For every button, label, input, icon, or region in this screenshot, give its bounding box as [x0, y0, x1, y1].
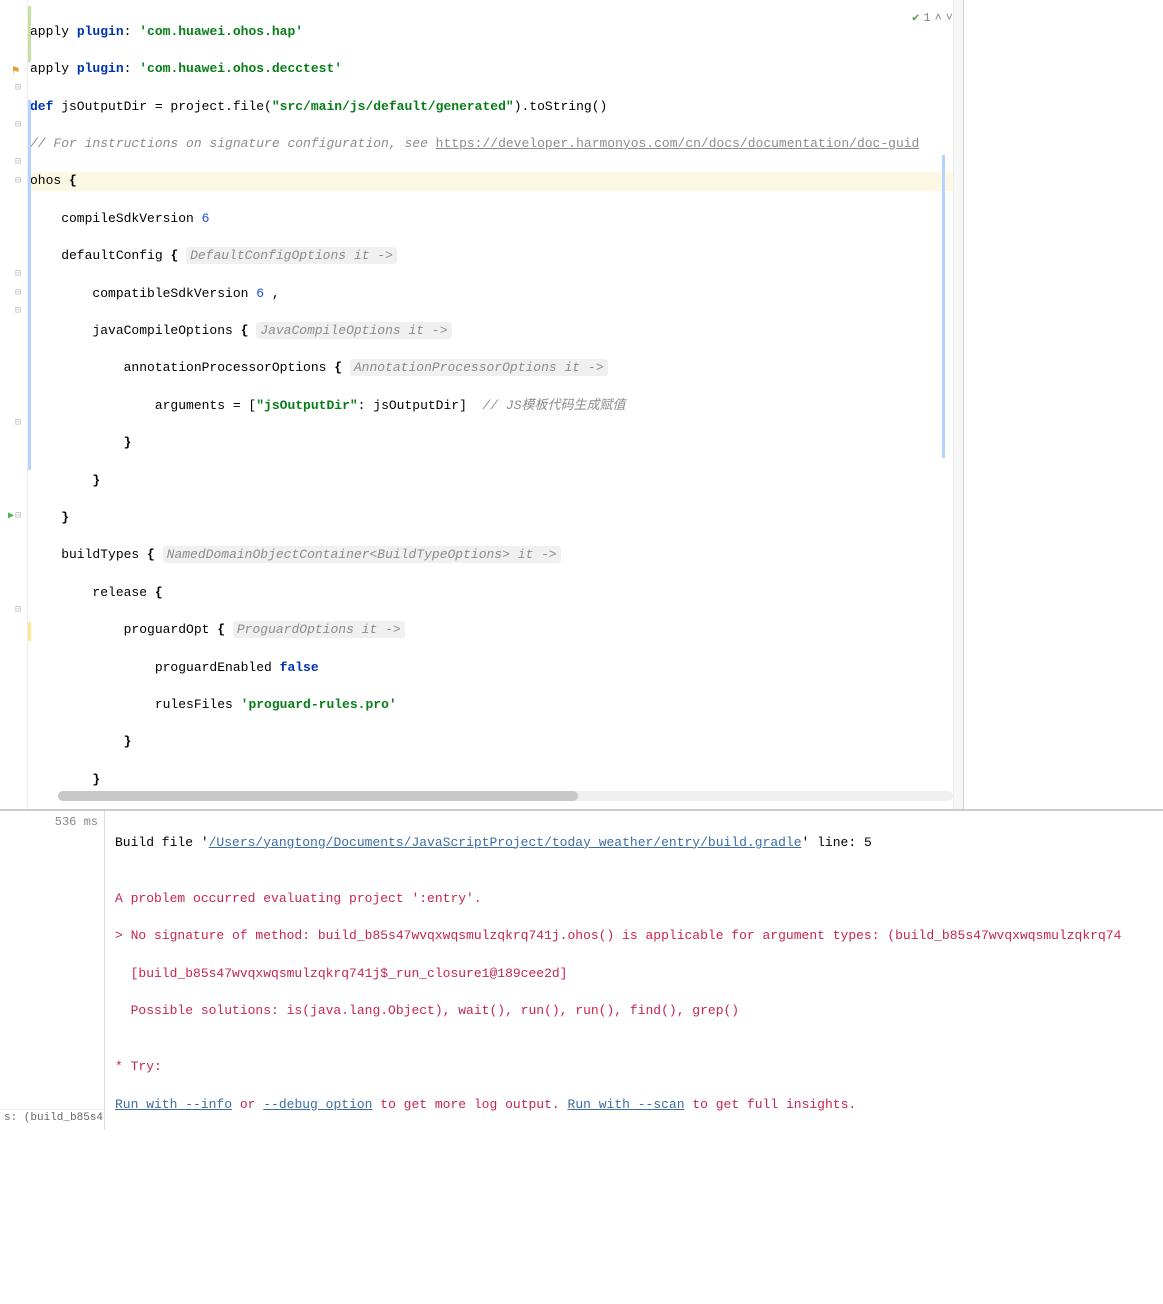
error-stripe[interactable] [953, 0, 963, 809]
code-line[interactable]: rulesFiles 'proguard-rules.pro' [28, 696, 963, 715]
inspection-widget[interactable]: ✔ 1 ˄ ˅ [912, 10, 953, 25]
chevron-up-icon[interactable]: ˄ [935, 11, 942, 25]
code-line[interactable]: annotationProcessorOptions { AnnotationP… [28, 359, 963, 378]
console-output[interactable]: Build file '/Users/yangtong/Documents/Ja… [105, 811, 1163, 1130]
run-info-link[interactable]: Run with --info [115, 1097, 232, 1112]
file-link[interactable]: /Users/yangtong/Documents/JavaScriptProj… [209, 835, 802, 850]
code-line[interactable]: compileSdkVersion 6 [28, 210, 963, 229]
code-line[interactable]: compatibleSdkVersion 6 , [28, 285, 963, 304]
code-line[interactable]: } [28, 434, 963, 453]
build-duration: 536 ms [6, 815, 98, 829]
inlay-hint: AnnotationProcessorOptions it -> [350, 359, 608, 376]
check-icon: ✔ [912, 10, 919, 25]
code-line[interactable]: apply plugin: 'com.huawei.ohos.decctest' [28, 60, 963, 79]
code-line[interactable]: arguments = ["jsOutputDir": jsOutputDir]… [28, 397, 963, 416]
fold-icon[interactable]: ⊟ [15, 287, 25, 297]
debug-option-link[interactable]: --debug option [263, 1097, 372, 1112]
code-line[interactable]: } [28, 808, 963, 809]
code-line[interactable]: apply plugin: 'com.huawei.ohos.hap' [28, 23, 963, 42]
console-tab[interactable]: s: (build_b85s47wv [0, 1109, 104, 1126]
fold-icon[interactable]: ⊟ [15, 417, 25, 427]
fold-icon[interactable]: ⊟ [15, 604, 25, 614]
inlay-hint: NamedDomainObjectContainer<BuildTypeOpti… [163, 546, 561, 563]
editor-pane: ▶ ⚑ ⊟ ⊟ ⊟ ⊟ ⊟ ⊟ ⊟ ⊟ ⊟ ⊟ ✔ 1 ˄ ˅ apply pl… [0, 0, 1163, 810]
fold-icon[interactable]: ⊟ [15, 305, 25, 315]
code-line[interactable]: buildTypes { NamedDomainObjectContainer<… [28, 546, 963, 565]
doc-link[interactable]: https://developer.harmonyos.com/cn/docs/… [436, 136, 920, 151]
console-line[interactable]: Build file '/Users/yangtong/Documents/Ja… [115, 834, 1153, 853]
code-line[interactable]: proguardOpt { ProguardOptions it -> [28, 621, 963, 640]
code-editor[interactable]: ✔ 1 ˄ ˅ apply plugin: 'com.huawei.ohos.h… [28, 0, 963, 809]
code-line[interactable]: defaultConfig { DefaultConfigOptions it … [28, 247, 963, 266]
fold-icon[interactable]: ⊟ [15, 119, 25, 129]
inlay-hint: ProguardOptions it -> [233, 621, 405, 638]
console-line[interactable]: [build_b85s47wvqxwqsmulzqkrq741j$_run_cl… [115, 965, 1153, 984]
fold-icon[interactable]: ⊟ [15, 510, 25, 520]
build-console: 536 ms s: (build_b85s47wv Build file '/U… [0, 810, 1163, 1130]
code-line[interactable]: ohos { [28, 172, 963, 191]
code-line[interactable]: release { [28, 584, 963, 603]
console-line[interactable]: Run with --info or --debug option to get… [115, 1096, 1153, 1115]
horizontal-scrollbar[interactable] [58, 791, 953, 801]
code-line[interactable]: def jsOutputDir = project.file("src/main… [28, 98, 963, 117]
editor-gutter: ▶ ⚑ ⊟ ⊟ ⊟ ⊟ ⊟ ⊟ ⊟ ⊟ ⊟ ⊟ [0, 0, 28, 809]
code-line[interactable]: proguardEnabled false [28, 659, 963, 678]
chevron-down-icon[interactable]: ˅ [946, 11, 953, 25]
inlay-hint: DefaultConfigOptions it -> [186, 247, 397, 264]
console-line[interactable]: A problem occurred evaluating project ':… [115, 890, 1153, 909]
code-line[interactable]: } [28, 509, 963, 528]
console-line[interactable]: Possible solutions: is(java.lang.Object)… [115, 1002, 1153, 1021]
run-scan-link[interactable]: Run with --scan [568, 1097, 685, 1112]
warning-gutter-icon[interactable]: ⚑ [12, 63, 19, 78]
code-line[interactable]: } [28, 733, 963, 752]
code-line[interactable]: } [28, 472, 963, 491]
fold-icon[interactable]: ⊟ [15, 268, 25, 278]
problems-count: 1 [923, 11, 930, 25]
code-line[interactable]: } [28, 771, 963, 790]
fold-icon[interactable]: ⊟ [15, 156, 25, 166]
scrollbar-thumb[interactable] [58, 791, 578, 801]
console-line[interactable]: > No signature of method: build_b85s47wv… [115, 927, 1153, 946]
fold-icon[interactable]: ⊟ [15, 175, 25, 185]
console-sidebar: 536 ms s: (build_b85s47wv [0, 811, 105, 1130]
console-line[interactable]: * Try: [115, 1058, 1153, 1077]
preview-panel [963, 0, 1163, 809]
fold-icon[interactable]: ⊟ [15, 82, 25, 92]
inlay-hint: JavaCompileOptions it -> [256, 322, 451, 339]
code-line[interactable]: // For instructions on signature configu… [28, 135, 963, 154]
code-line[interactable]: javaCompileOptions { JavaCompileOptions … [28, 322, 963, 341]
